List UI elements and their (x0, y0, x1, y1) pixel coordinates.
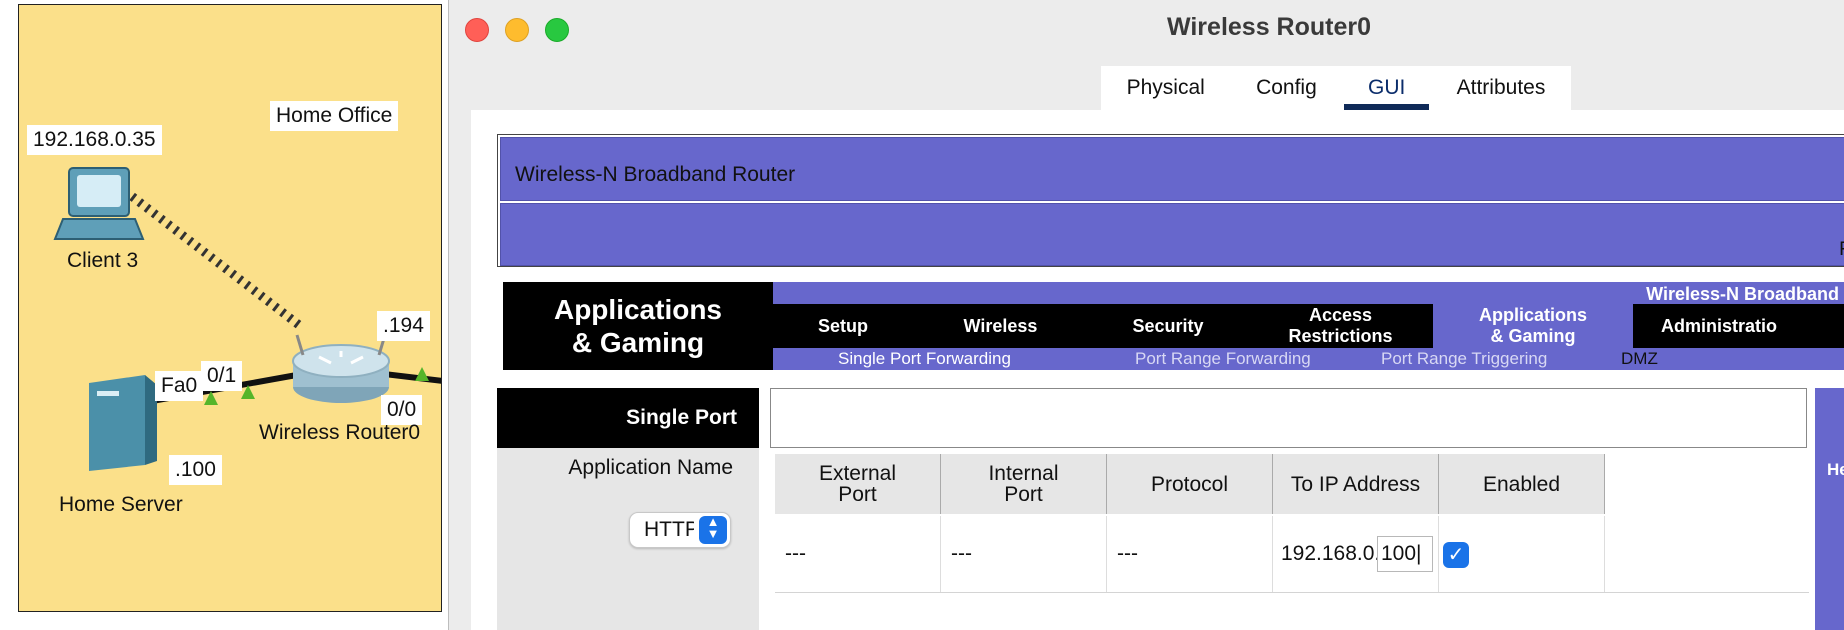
router-nav: Applications & Gaming Wireless-N Broadban… (503, 282, 1844, 370)
topology-canvas[interactable]: Home Office 192.168.0.35 Client 3 .194 F… (18, 4, 442, 612)
nav-security[interactable]: Security (1088, 304, 1248, 348)
help-panel: Help... (1815, 388, 1844, 630)
subnav-port-range-forwarding[interactable]: Port Range Forwarding (1135, 349, 1311, 369)
sub-nav: Single Port Forwarding Port Range Forwar… (773, 348, 1844, 370)
subnav-single-port-forwarding[interactable]: Single Port Forwarding (838, 349, 1011, 369)
server-icon[interactable] (89, 375, 157, 471)
topology-links (53, 167, 441, 471)
client-name-label: Client 3 (67, 249, 139, 272)
link-status-icon (415, 367, 429, 381)
port-forwarding-table: External Port Internal Port Protocol To IP… (775, 448, 1809, 630)
port-label-fa0: Fa0 (155, 371, 204, 401)
device-window: Wireless Router0 Physical Config GUI Att… (448, 0, 1844, 630)
nav-strip-top: Wireless-N Broadband R (773, 282, 1844, 304)
product-name: Wireless-N Broadband Router (515, 163, 796, 186)
cell-to-ip-address: 192.168.0. 100| (1273, 516, 1439, 592)
subnav-port-range-triggering[interactable]: Port Range Triggering (1381, 349, 1547, 369)
cell-enabled: ✓ (1439, 516, 1605, 592)
nav-applications-gaming[interactable]: Applications & Gaming (1433, 304, 1633, 348)
col-internal-port: Internal Port (941, 454, 1107, 514)
cell-protocol[interactable]: --- (1107, 516, 1273, 592)
select-arrows-icon: ▲ ▼ (699, 515, 727, 544)
col-enabled-label: Enabled (1482, 472, 1561, 496)
nav-security-label: Security (1132, 315, 1204, 336)
wireless-link (122, 187, 302, 329)
router-web-gui: Wireless-N Broadband Router Fi Applicati… (471, 110, 1844, 630)
nav-access-label-2: Restrictions (1288, 326, 1393, 346)
tab-config[interactable]: Config (1248, 76, 1325, 100)
tab-bar: Physical Config GUI Attributes (1101, 66, 1571, 112)
subnav-dmz[interactable]: DMZ (1621, 349, 1658, 369)
client-pc-icon[interactable] (53, 167, 145, 240)
nav-admin-label: Administratio (1661, 315, 1778, 336)
row-divider (775, 592, 1809, 593)
firmware-label: Fi (1839, 239, 1844, 261)
col-external-line2: Port (838, 483, 877, 506)
single-port-label: Single Port (497, 388, 759, 448)
section-title-line2: & Gaming (571, 327, 705, 358)
window-title: Wireless Router0 (1166, 13, 1372, 41)
nav-wireless[interactable]: Wireless (913, 304, 1088, 348)
nav-access-restrictions[interactable]: Access Restrictions (1248, 304, 1433, 348)
cell-external-port[interactable]: --- (775, 516, 941, 592)
section-title: Applications & Gaming (503, 282, 773, 370)
server-name-label: Home Server (59, 493, 183, 516)
col-internal-line1: Internal (988, 462, 1059, 485)
tab-attributes[interactable]: Attributes (1449, 76, 1554, 100)
application-select-value: HTTP (644, 518, 694, 541)
router-header: Wireless-N Broadband Router Fi (497, 134, 1844, 267)
nav-product-name: Wireless-N Broadband R (1646, 284, 1844, 304)
col-to-ip-label: To IP Address (1290, 472, 1421, 496)
col-to-ip-address: To IP Address (1273, 454, 1439, 514)
router-ip-label: .194 (377, 311, 430, 341)
header-band-bottom: Fi (500, 203, 1844, 266)
col-external-line1: External (818, 462, 897, 485)
cell-internal-port[interactable]: --- (941, 516, 1107, 592)
enabled-checkbox[interactable]: ✓ (1443, 542, 1469, 568)
single-port-header-box (770, 388, 1807, 448)
tab-physical[interactable]: Physical (1119, 76, 1213, 100)
nav-apps-label-2: & Gaming (1490, 326, 1576, 346)
nav-administration[interactable]: Administratio (1633, 304, 1844, 348)
col-internal-line2: Port (1004, 483, 1043, 506)
ip-last-octet-input[interactable]: 100| (1377, 536, 1433, 572)
col-external-port: External Port (775, 454, 941, 514)
application-name-label: Application Name (568, 456, 733, 479)
router-name-label: Wireless Router0 (259, 421, 421, 444)
area-label: Home Office (270, 101, 399, 131)
title-bar[interactable]: Wireless Router0 (449, 0, 1844, 58)
nav-setup[interactable]: Setup (773, 304, 913, 348)
nav-access-label-1: Access (1308, 305, 1373, 325)
col-protocol-label: Protocol (1150, 472, 1229, 496)
wireless-router-icon[interactable] (292, 334, 390, 403)
col-protocol: Protocol (1107, 454, 1273, 514)
nav-wireless-label: Wireless (963, 315, 1038, 336)
server-ip-label: .100 (169, 455, 222, 485)
nav-setup-label: Setup (817, 315, 868, 336)
client-ip-label: 192.168.0.35 (27, 125, 162, 155)
port-label-0-1: 0/1 (201, 361, 243, 391)
ip-prefix: 192.168.0. (1281, 542, 1377, 565)
nav-apps-label-1: Applications (1478, 305, 1587, 325)
col-enabled: Enabled (1439, 454, 1605, 514)
help-link[interactable]: Help... (1827, 460, 1844, 480)
tab-gui[interactable]: GUI (1343, 76, 1430, 112)
application-select[interactable]: HTTP ▲ ▼ (629, 512, 731, 548)
section-title-line1: Applications (553, 294, 722, 325)
header-band-top: Wireless-N Broadband Router (500, 137, 1844, 201)
